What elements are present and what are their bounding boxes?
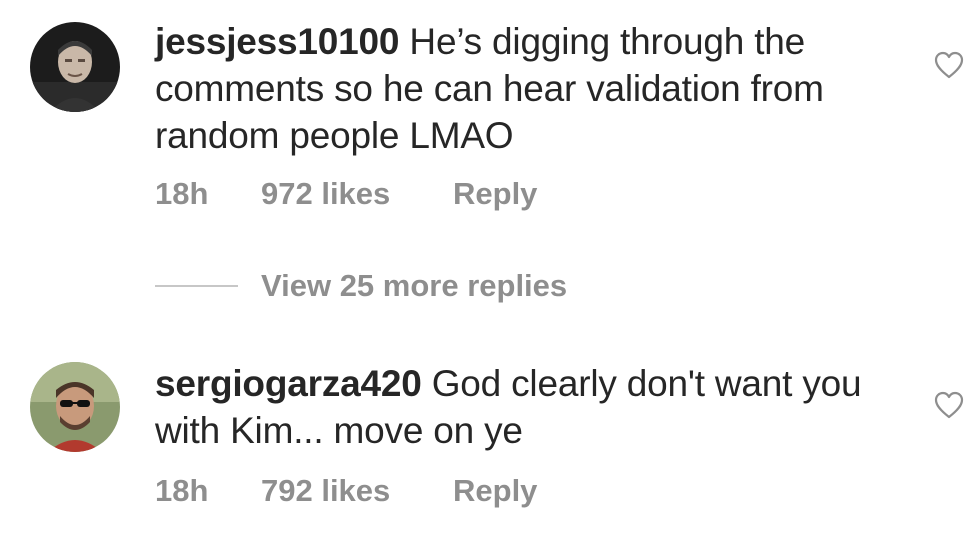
view-more-replies-button[interactable]: View 25 more replies — [155, 268, 567, 304]
view-more-replies-label: View 25 more replies — [261, 268, 568, 303]
comment-text-block: sergiogarza420 God clearly don't want yo… — [155, 360, 915, 454]
avatar[interactable] — [30, 362, 120, 452]
comment-username[interactable]: jessjess10100 — [155, 21, 400, 62]
comment-username[interactable]: sergiogarza420 — [155, 363, 422, 404]
reply-button[interactable]: Reply — [453, 176, 537, 212]
comment-text-block: jessjess10100 He’s digging through the c… — [155, 18, 915, 159]
comment-timestamp[interactable]: 18h — [155, 473, 261, 509]
comment-likes-count[interactable]: 972 likes — [261, 176, 453, 212]
replies-divider — [155, 285, 238, 287]
heart-outline-icon[interactable] — [934, 51, 964, 79]
comment-meta: 18h 792 likes Reply — [155, 473, 537, 509]
avatar[interactable] — [30, 22, 120, 112]
heart-outline-icon[interactable] — [934, 391, 964, 419]
comment-timestamp[interactable]: 18h — [155, 176, 261, 212]
comment-likes-count[interactable]: 792 likes — [261, 473, 453, 509]
comment-meta: 18h 972 likes Reply — [155, 176, 537, 212]
reply-button[interactable]: Reply — [453, 473, 537, 509]
